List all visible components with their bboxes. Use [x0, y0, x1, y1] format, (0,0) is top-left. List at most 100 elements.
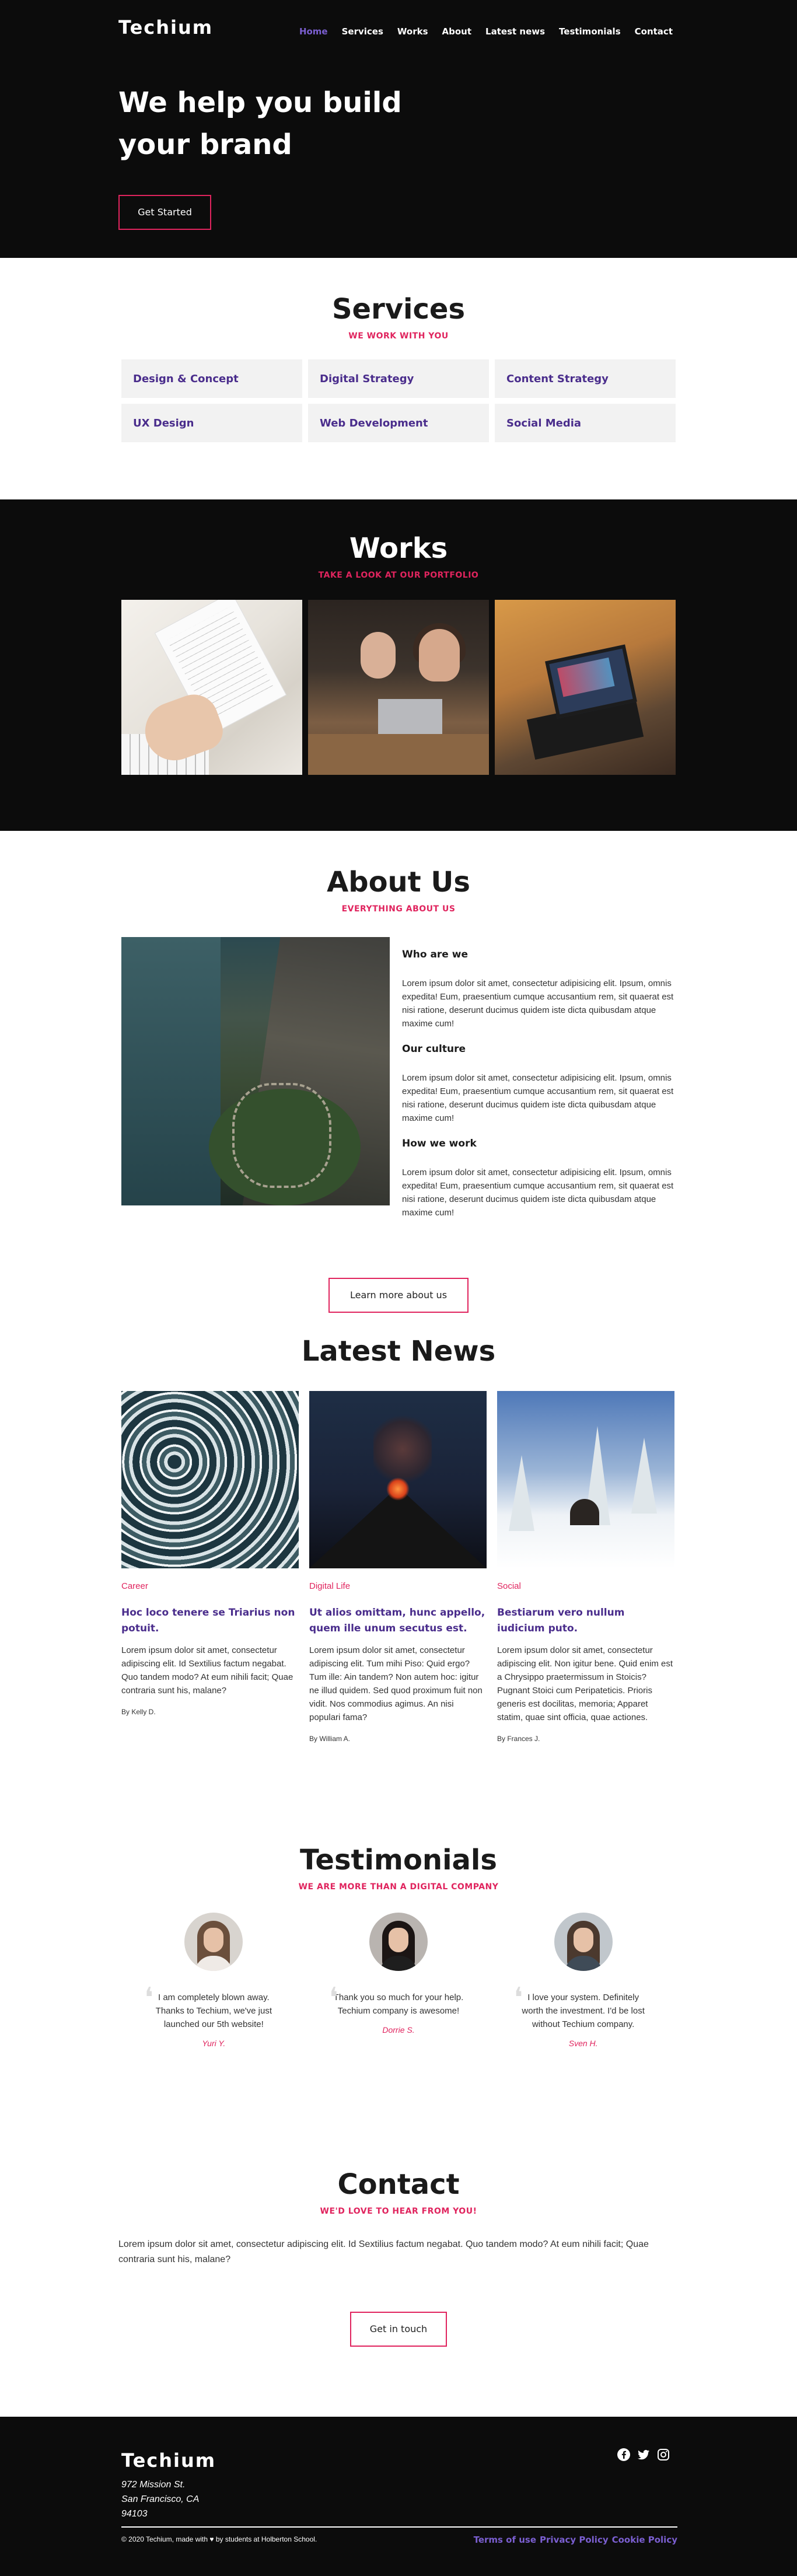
about-button-wrap: Learn more about us	[0, 1278, 797, 1313]
testimonial-name: Dorrie S.	[382, 2025, 415, 2035]
works-section: Works TAKE A LOOK AT OUR PORTFOLIO	[0, 499, 797, 831]
work-image-meeting[interactable]	[308, 600, 489, 775]
services-section: Services WE WORK WITH YOU Design & Conce…	[0, 258, 797, 499]
quote-icon: ❛	[328, 1981, 338, 2014]
main-nav: Home Services Works About Latest news Te…	[299, 26, 673, 37]
about-heading: Who are we	[402, 949, 468, 960]
terms-link[interactable]: Terms of use	[474, 2535, 536, 2545]
address-line: 94103	[121, 2509, 148, 2519]
get-started-button[interactable]: Get Started	[118, 195, 211, 230]
work-image-planner[interactable]	[121, 600, 302, 775]
works-title: Works	[349, 532, 448, 565]
smoke-shape	[373, 1414, 432, 1484]
testimonial-quote-wrap: ❛ I am completely blown away. Thanks to …	[144, 1984, 281, 2050]
copyright-text: © 2020 Techium, made with ♥ by students …	[121, 2535, 317, 2543]
address-line: 972 Mission St.	[121, 2480, 186, 2490]
about-subtitle: EVERYTHING ABOUT US	[341, 904, 456, 914]
news-card: Social Bestiarum vero nullum iudicium pu…	[497, 1391, 674, 1743]
news-category[interactable]: Digital Life	[309, 1581, 487, 1591]
news-image-waves[interactable]	[121, 1391, 299, 1568]
hero-header: Techium Home Services Works About Latest…	[0, 0, 797, 258]
news-image-volcano[interactable]	[309, 1391, 487, 1568]
news-author: By Kelly D.	[121, 1708, 156, 1716]
about-title: About Us	[327, 866, 470, 899]
testimonial-card: ❛ Thank you so much for your help. Techi…	[306, 1913, 491, 2050]
services-subtitle: WE WORK WITH YOU	[348, 331, 449, 341]
news-section: Latest News Career Hoc loco tenere se Tr…	[0, 1334, 797, 1836]
service-card[interactable]: Content Strategy	[495, 359, 676, 398]
brand-logo[interactable]: Techium	[118, 16, 213, 39]
cookie-link[interactable]: Cookie Policy	[612, 2535, 677, 2545]
tree-shape	[509, 1455, 534, 1531]
service-card[interactable]: UX Design	[121, 404, 302, 442]
news-author: By William A.	[309, 1735, 351, 1743]
testimonials-title: Testimonials	[300, 1844, 497, 1876]
privacy-link[interactable]: Privacy Policy	[540, 2535, 609, 2545]
footer-address: 972 Mission St. San Francisco, CA 94103	[121, 2477, 199, 2521]
quote-icon: ❛	[513, 1981, 523, 2014]
about-image-coast	[121, 937, 390, 1205]
news-headline[interactable]: Bestiarum vero nullum iudicium puto.	[497, 1605, 674, 1637]
twitter-icon[interactable]	[636, 2447, 651, 2462]
testimonial-card: ❛ I am completely blown away. Thanks to …	[121, 1913, 306, 2050]
news-headline[interactable]: Hoc loco tenere se Triarius non potuit.	[121, 1605, 299, 1637]
about-paragraph: Lorem ipsum dolor sit amet, consectetur …	[402, 1073, 674, 1123]
services-title: Services	[331, 293, 466, 326]
news-author: By Frances J.	[497, 1735, 540, 1743]
laptop-shape	[378, 699, 442, 734]
nav-latest-news[interactable]: Latest news	[485, 26, 545, 37]
face-shape	[388, 1928, 408, 1952]
news-card: Career Hoc loco tenere se Triarius non p…	[121, 1391, 299, 1743]
news-headline[interactable]: Ut alios omittam, hunc appello, quem ill…	[309, 1605, 487, 1637]
testimonial-quote-wrap: ❛ Thank you so much for your help. Techi…	[329, 1984, 466, 2037]
news-card: Digital Life Ut alios omittam, hunc appe…	[309, 1391, 487, 1743]
face-shape	[204, 1928, 224, 1952]
news-category[interactable]: Social	[497, 1581, 674, 1591]
footer-divider	[121, 2526, 677, 2528]
testimonial-name: Yuri Y.	[202, 2039, 226, 2048]
table-shape	[308, 734, 489, 775]
facebook-icon[interactable]	[616, 2447, 631, 2462]
testimonials-grid: ❛ I am completely blown away. Thanks to …	[121, 1913, 676, 2050]
instagram-icon[interactable]	[656, 2447, 671, 2462]
nav-contact[interactable]: Contact	[635, 26, 673, 37]
testimonial-quote-wrap: ❛ I love your system. Definitely worth t…	[514, 1984, 651, 2050]
quote-icon: ❛	[144, 1981, 153, 2014]
testimonial-name: Sven H.	[568, 2039, 598, 2048]
testimonials-section: Testimonials WE ARE MORE THAN A DIGITAL …	[0, 1836, 797, 2168]
avatar	[184, 1913, 243, 1971]
about-content: Who are we Lorem ipsum dolor sit amet, c…	[121, 937, 676, 1219]
testimonial-card: ❛ I love your system. Definitely worth t…	[491, 1913, 676, 2050]
nav-works[interactable]: Works	[397, 26, 428, 37]
news-body: Lorem ipsum dolor sit amet, consectetur …	[497, 1645, 673, 1722]
news-image-snow-cabin[interactable]	[497, 1391, 674, 1568]
works-gallery	[121, 600, 676, 775]
contact-subtitle: WE'D LOVE TO HEAR FROM YOU!	[320, 2207, 477, 2216]
service-card[interactable]: Design & Concept	[121, 359, 302, 398]
about-paragraph: Lorem ipsum dolor sit amet, consectetur …	[402, 1168, 674, 1218]
face-shape	[573, 1928, 593, 1952]
service-card[interactable]: Digital Strategy	[308, 359, 489, 398]
learn-more-button[interactable]: Learn more about us	[328, 1278, 469, 1313]
testimonial-quote: I am completely blown away. Thanks to Te…	[155, 1993, 272, 2029]
person-face-shape	[361, 632, 396, 679]
avatar	[369, 1913, 428, 1971]
nav-services[interactable]: Services	[342, 26, 383, 37]
service-card[interactable]: Web Development	[308, 404, 489, 442]
work-image-tablet[interactable]	[495, 600, 676, 775]
footer-brand[interactable]: Techium	[121, 2449, 216, 2472]
get-in-touch-button[interactable]: Get in touch	[350, 2312, 447, 2347]
hero-title: We help you build your brand	[118, 86, 402, 161]
about-text: Who are we Lorem ipsum dolor sit amet, c…	[401, 937, 676, 1219]
nav-home[interactable]: Home	[299, 26, 328, 37]
nav-testimonials[interactable]: Testimonials	[559, 26, 621, 37]
nav-about[interactable]: About	[442, 26, 472, 37]
service-card[interactable]: Social Media	[495, 404, 676, 442]
site-footer: Techium 972 Mission St. San Francisco, C…	[0, 2417, 797, 2576]
testimonial-quote: I love your system. Definitely worth the…	[522, 1993, 645, 2029]
road-shape	[232, 1083, 331, 1188]
news-category[interactable]: Career	[121, 1581, 299, 1591]
about-section: About Us EVERYTHING ABOUT US Who are we …	[0, 831, 797, 1334]
social-links	[616, 2447, 671, 2462]
works-subtitle: TAKE A LOOK AT OUR PORTFOLIO	[318, 571, 479, 580]
